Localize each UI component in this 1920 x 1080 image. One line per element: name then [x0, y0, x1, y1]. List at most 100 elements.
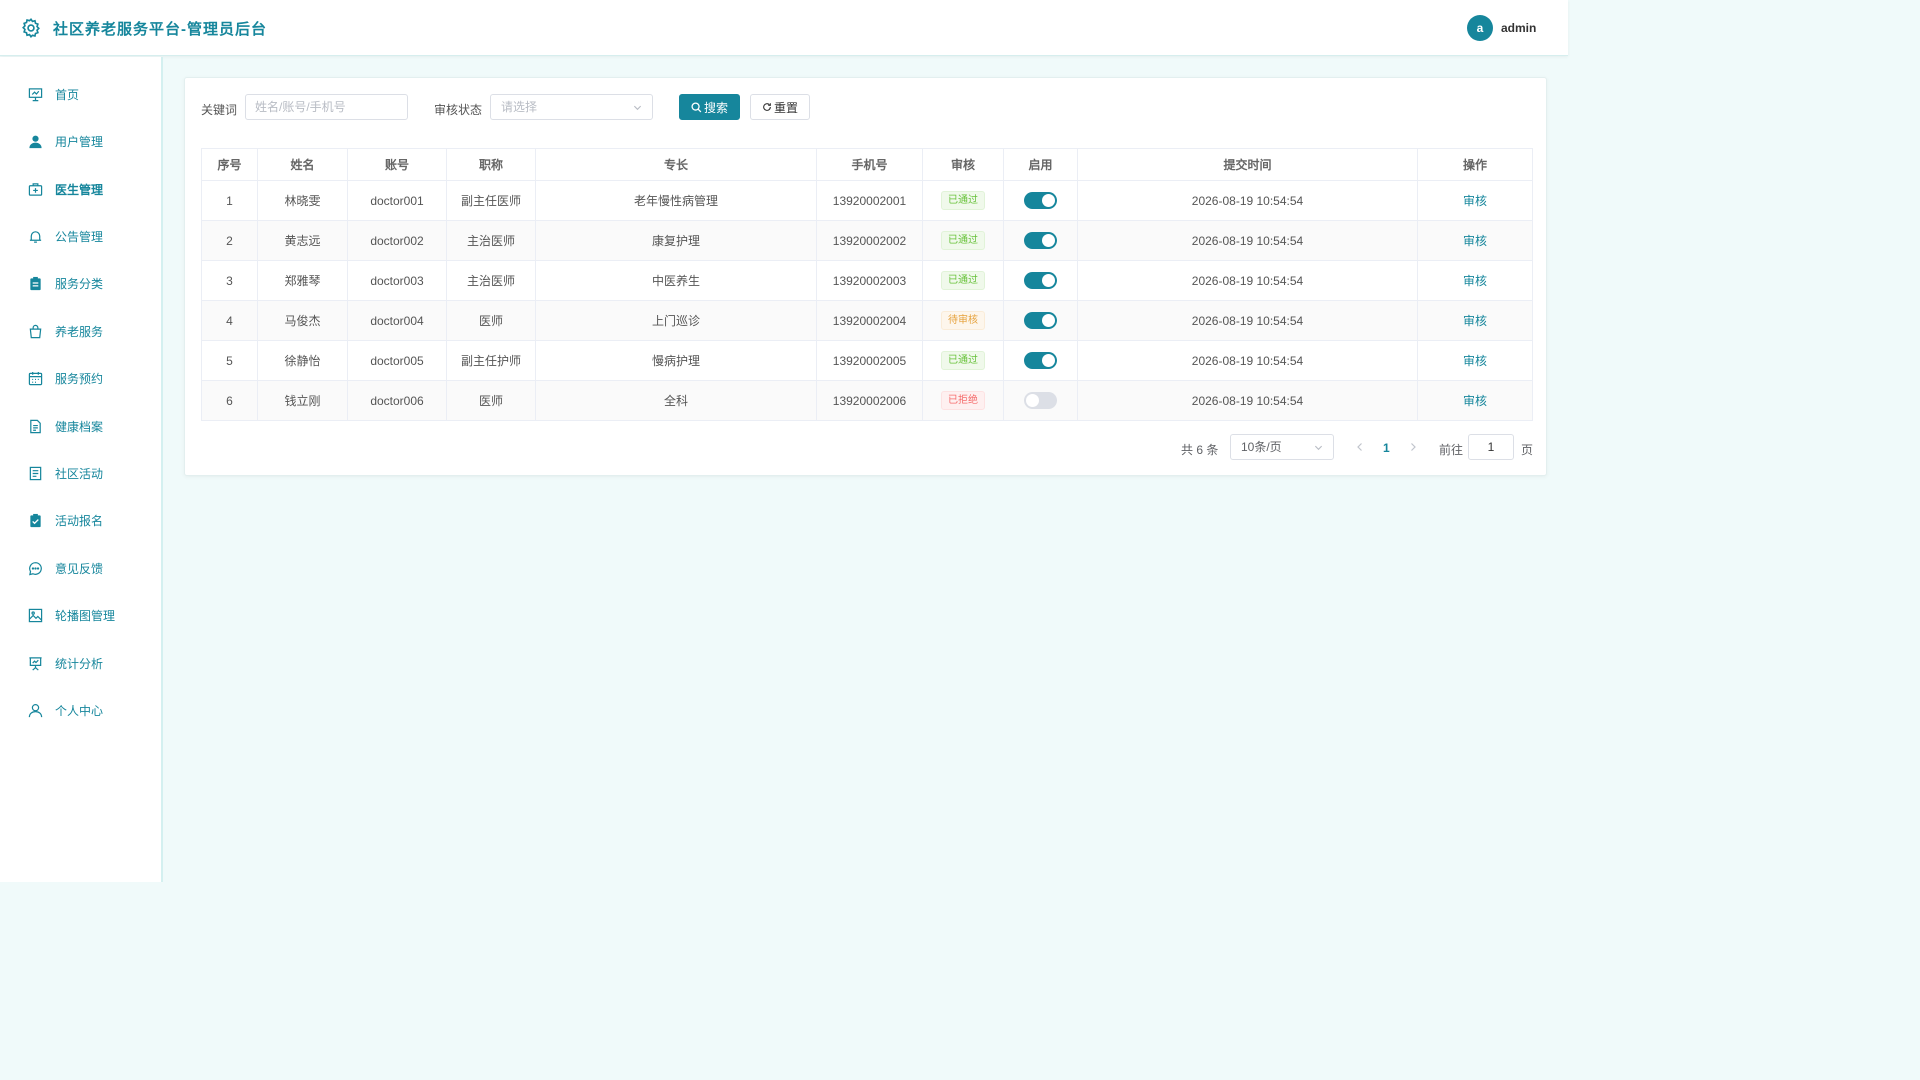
sidebar-item-doctors[interactable]: 医生管理 [0, 171, 161, 207]
sidebar-item-notices[interactable]: 公告管理 [0, 218, 161, 254]
username[interactable]: admin [1501, 21, 1536, 35]
column-header: 专长 [535, 148, 817, 181]
cell-specialty: 全科 [535, 380, 817, 421]
bell-icon [29, 230, 42, 243]
audit-link[interactable]: 审核 [1463, 394, 1487, 408]
picture-icon [28, 608, 43, 622]
cell-account: doctor002 [347, 220, 447, 261]
cell-account: doctor003 [347, 260, 447, 301]
sidebar-item-appointments[interactable]: 服务预约 [0, 360, 161, 396]
first-aid-kit-icon [28, 182, 43, 196]
reset-button[interactable]: 重置 [750, 94, 810, 120]
sidebar-item-profile[interactable]: 个人中心 [0, 692, 161, 728]
sidebar-item-label: 服务预约 [55, 371, 104, 386]
enable-toggle[interactable] [1024, 312, 1057, 329]
audit-link[interactable]: 审核 [1463, 354, 1487, 368]
cell-enabled [1003, 340, 1078, 381]
cell-title: 副主任医师 [446, 180, 536, 221]
audit-link[interactable]: 审核 [1463, 314, 1487, 328]
enable-toggle[interactable] [1024, 192, 1057, 209]
audit-status-label: 审核状态 [434, 103, 483, 117]
cell-time: 2026-08-19 10:54:54 [1077, 340, 1418, 381]
avatar[interactable]: a [1467, 15, 1493, 41]
cell-name: 郑雅琴 [257, 260, 348, 301]
cell-phone: 13920002006 [816, 380, 923, 421]
page-size-select[interactable]: 10条/页 [1230, 434, 1334, 460]
cell-time: 2026-08-19 10:54:54 [1077, 300, 1418, 341]
audit-link[interactable]: 审核 [1463, 274, 1487, 288]
settings-gear-icon [22, 18, 40, 38]
sidebar-item-label: 医生管理 [55, 182, 104, 197]
sidebar-item-label: 健康档案 [55, 419, 104, 434]
cell-account: doctor005 [347, 340, 447, 381]
search-button[interactable]: 搜索 [679, 94, 740, 120]
enable-toggle[interactable] [1024, 392, 1057, 409]
cell-audit: 已通过 [922, 220, 1004, 261]
doctor-table: 序号 姓名 账号 职称 专长 手机号 审核 启用 提交时间 操作 1 林晓雯 d… [201, 148, 1533, 421]
column-header: 启用 [1003, 148, 1078, 181]
audit-status-placeholder: 请选择 [501, 100, 538, 114]
column-header: 职称 [446, 148, 536, 181]
cell-index: 6 [201, 380, 258, 421]
status-badge: 已拒绝 [941, 391, 985, 410]
user-outline-icon [28, 703, 43, 717]
cell-phone: 13920002003 [816, 260, 923, 301]
prev-page-icon[interactable] [1355, 442, 1365, 452]
table-row: 1 林晓雯 doctor001 副主任医师 老年慢性病管理 1392000200… [201, 180, 1533, 221]
cell-title: 主治医师 [446, 220, 536, 261]
keyword-input[interactable] [245, 94, 408, 120]
audit-status-select[interactable]: 请选择 [490, 94, 653, 120]
sidebar-item-label: 社区活动 [55, 466, 104, 481]
cell-enabled [1003, 300, 1078, 341]
table-row: 4 马俊杰 doctor004 医师 上门巡诊 13920002004 待审核 … [201, 300, 1533, 341]
sidebar-item-health-records[interactable]: 健康档案 [0, 408, 161, 444]
cell-index: 1 [201, 180, 258, 221]
cell-action: 审核 [1417, 260, 1533, 301]
sidebar-item-service-category[interactable]: 服务分类 [0, 265, 161, 301]
toggle-knob [1026, 394, 1039, 407]
toggle-knob [1042, 314, 1055, 327]
cell-time: 2026-08-19 10:54:54 [1077, 380, 1418, 421]
table-header-row: 序号 姓名 账号 职称 专长 手机号 审核 启用 提交时间 操作 [201, 148, 1533, 181]
sidebar-item-users[interactable]: 用户管理 [0, 123, 161, 159]
cell-audit: 待审核 [922, 300, 1004, 341]
cell-enabled [1003, 180, 1078, 221]
column-header: 操作 [1417, 148, 1533, 181]
sidebar-item-label: 养老服务 [55, 324, 104, 339]
cell-account: doctor004 [347, 300, 447, 341]
cell-action: 审核 [1417, 180, 1533, 221]
enable-toggle[interactable] [1024, 272, 1057, 289]
sidebar-item-activity-signup[interactable]: 活动报名 [0, 502, 161, 538]
data-board-icon [29, 656, 42, 671]
cell-specialty: 慢病护理 [535, 340, 817, 381]
cell-enabled [1003, 220, 1078, 261]
shopping-bag-icon [29, 324, 42, 338]
goto-page-input[interactable] [1468, 434, 1514, 460]
chevron-down-icon [1314, 445, 1323, 451]
enable-toggle[interactable] [1024, 352, 1057, 369]
clipboard-filled-icon [30, 276, 41, 290]
cell-specialty: 康复护理 [535, 220, 817, 261]
sidebar-item-label: 轮播图管理 [55, 608, 116, 623]
status-badge: 已通过 [941, 191, 985, 210]
audit-link[interactable]: 审核 [1463, 234, 1487, 248]
enable-toggle[interactable] [1024, 232, 1057, 249]
toggle-knob [1042, 234, 1055, 247]
chat-dot-icon [29, 561, 42, 575]
sidebar-item-home[interactable]: 首页 [0, 76, 161, 112]
chevron-down-icon [633, 105, 642, 111]
sidebar-item-statistics[interactable]: 统计分析 [0, 645, 161, 681]
sidebar-item-label: 用户管理 [55, 134, 104, 149]
sidebar-item-label: 首页 [55, 87, 80, 102]
sidebar-item-feedback[interactable]: 意见反馈 [0, 550, 161, 586]
page-number-current[interactable]: 1 [1383, 441, 1390, 455]
audit-link[interactable]: 审核 [1463, 194, 1487, 208]
sidebar-item-elderly-service[interactable]: 养老服务 [0, 313, 161, 349]
calendar-icon [28, 371, 43, 385]
app-title: 社区养老服务平台-管理员后台 [53, 21, 267, 38]
status-badge: 待审核 [941, 311, 985, 330]
sidebar-item-community-activity[interactable]: 社区活动 [0, 455, 161, 491]
sidebar-item-label: 服务分类 [55, 276, 104, 291]
next-page-icon[interactable] [1408, 442, 1418, 452]
sidebar-item-carousel[interactable]: 轮播图管理 [0, 597, 161, 633]
